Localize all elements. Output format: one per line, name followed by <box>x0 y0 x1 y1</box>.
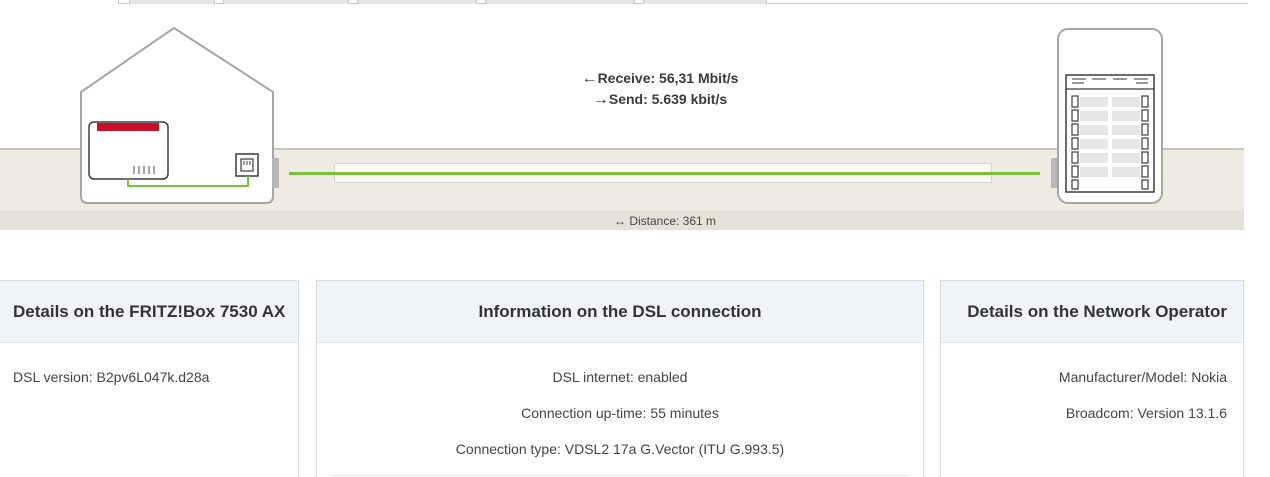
receive-rate-label: Receive: 56,31 Mbit/s <box>597 70 739 86</box>
dsl-connection-title: Information on the DSL connection <box>317 281 923 343</box>
receive-arrow-icon: ← <box>581 70 598 87</box>
connection-type: Connection type: VDSL2 17a G.Vector (ITU… <box>455 441 785 457</box>
network-operator-title: Details on the Network Operator <box>941 281 1243 343</box>
rates-block: ←Receive: 56,31 Mbit/s →Send: 5.639 kbit… <box>540 68 780 110</box>
house-fritzbox-icon <box>80 26 274 204</box>
distance-info: ↔ Distance: 361 m <box>560 214 770 228</box>
distance-arrow-icon: ↔ <box>613 214 626 228</box>
fritzbox-details-title: Details on the FRITZ!Box 7530 AX <box>0 281 298 343</box>
dsl-version: DSL version: B2pv6L047k.d28a <box>13 369 210 385</box>
card-divider <box>333 475 907 476</box>
send-rate: →Send: 5.639 kbit/s <box>540 89 780 110</box>
connection-uptime: Connection up-time: 55 minutes <box>521 405 719 421</box>
distance-label: Distance: 361 m <box>629 214 717 228</box>
dsl-line <box>289 172 1040 175</box>
dsl-internet-status: DSL internet: enabled <box>552 369 688 385</box>
network-operator-card: Details on the Network Operator Manufact… <box>940 280 1244 477</box>
fritzbox-details-card: Details on the FRITZ!Box 7530 AX DSL ver… <box>0 280 299 477</box>
send-arrow-icon: → <box>592 91 609 108</box>
exchange-icon <box>1057 28 1163 204</box>
house-connector <box>272 158 279 188</box>
dsl-connection-card: Information on the DSL connection DSL in… <box>316 280 924 477</box>
send-rate-label: Send: 5.639 kbit/s <box>608 91 728 107</box>
connection-diagram: ←Receive: 56,31 Mbit/s →Send: 5.639 kbit… <box>0 0 1270 240</box>
manufacturer-model: Manufacturer/Model: Nokia <box>1058 369 1227 385</box>
broadcom-version: Broadcom: Version 13.1.6 <box>1065 405 1227 421</box>
receive-rate: ←Receive: 56,31 Mbit/s <box>540 68 780 89</box>
